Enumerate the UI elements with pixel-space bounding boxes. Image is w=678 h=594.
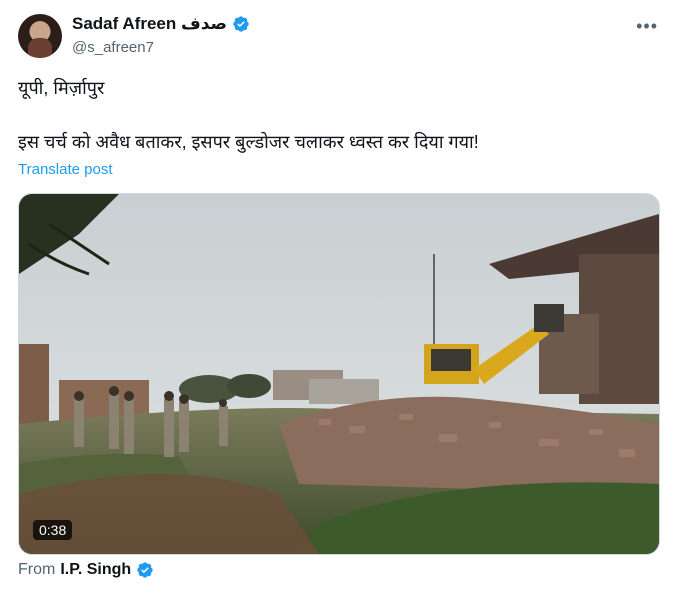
post-text-line-2: इस चर्च को अवैध बताकर, इसपर बुल्डोजर चला… bbox=[18, 132, 479, 152]
video-player[interactable]: 0:38 bbox=[18, 193, 660, 555]
author-name-row[interactable]: Sadaf Afreen صدف bbox=[72, 14, 250, 34]
verified-badge-icon bbox=[137, 562, 153, 578]
video-attribution: From I.P. Singh bbox=[18, 561, 154, 579]
author-display-name[interactable]: Sadaf Afreen صدف bbox=[72, 14, 227, 34]
post-header: Sadaf Afreen صدف @s_afreen7 ••• bbox=[18, 12, 662, 62]
translate-post-link[interactable]: Translate post bbox=[18, 161, 113, 178]
attribution-prefix: From bbox=[18, 561, 56, 578]
more-options-icon[interactable]: ••• bbox=[636, 16, 658, 37]
attribution-name[interactable]: I.P. Singh bbox=[60, 561, 131, 579]
video-thumbnail bbox=[19, 194, 659, 554]
video-duration: 0:38 bbox=[33, 520, 73, 540]
post-text-line-1: यूपी, मिर्ज़ापुर bbox=[18, 78, 105, 98]
avatar[interactable] bbox=[18, 14, 62, 58]
author-handle[interactable]: @s_afreen7 bbox=[72, 39, 154, 56]
verified-badge-icon bbox=[233, 16, 249, 32]
